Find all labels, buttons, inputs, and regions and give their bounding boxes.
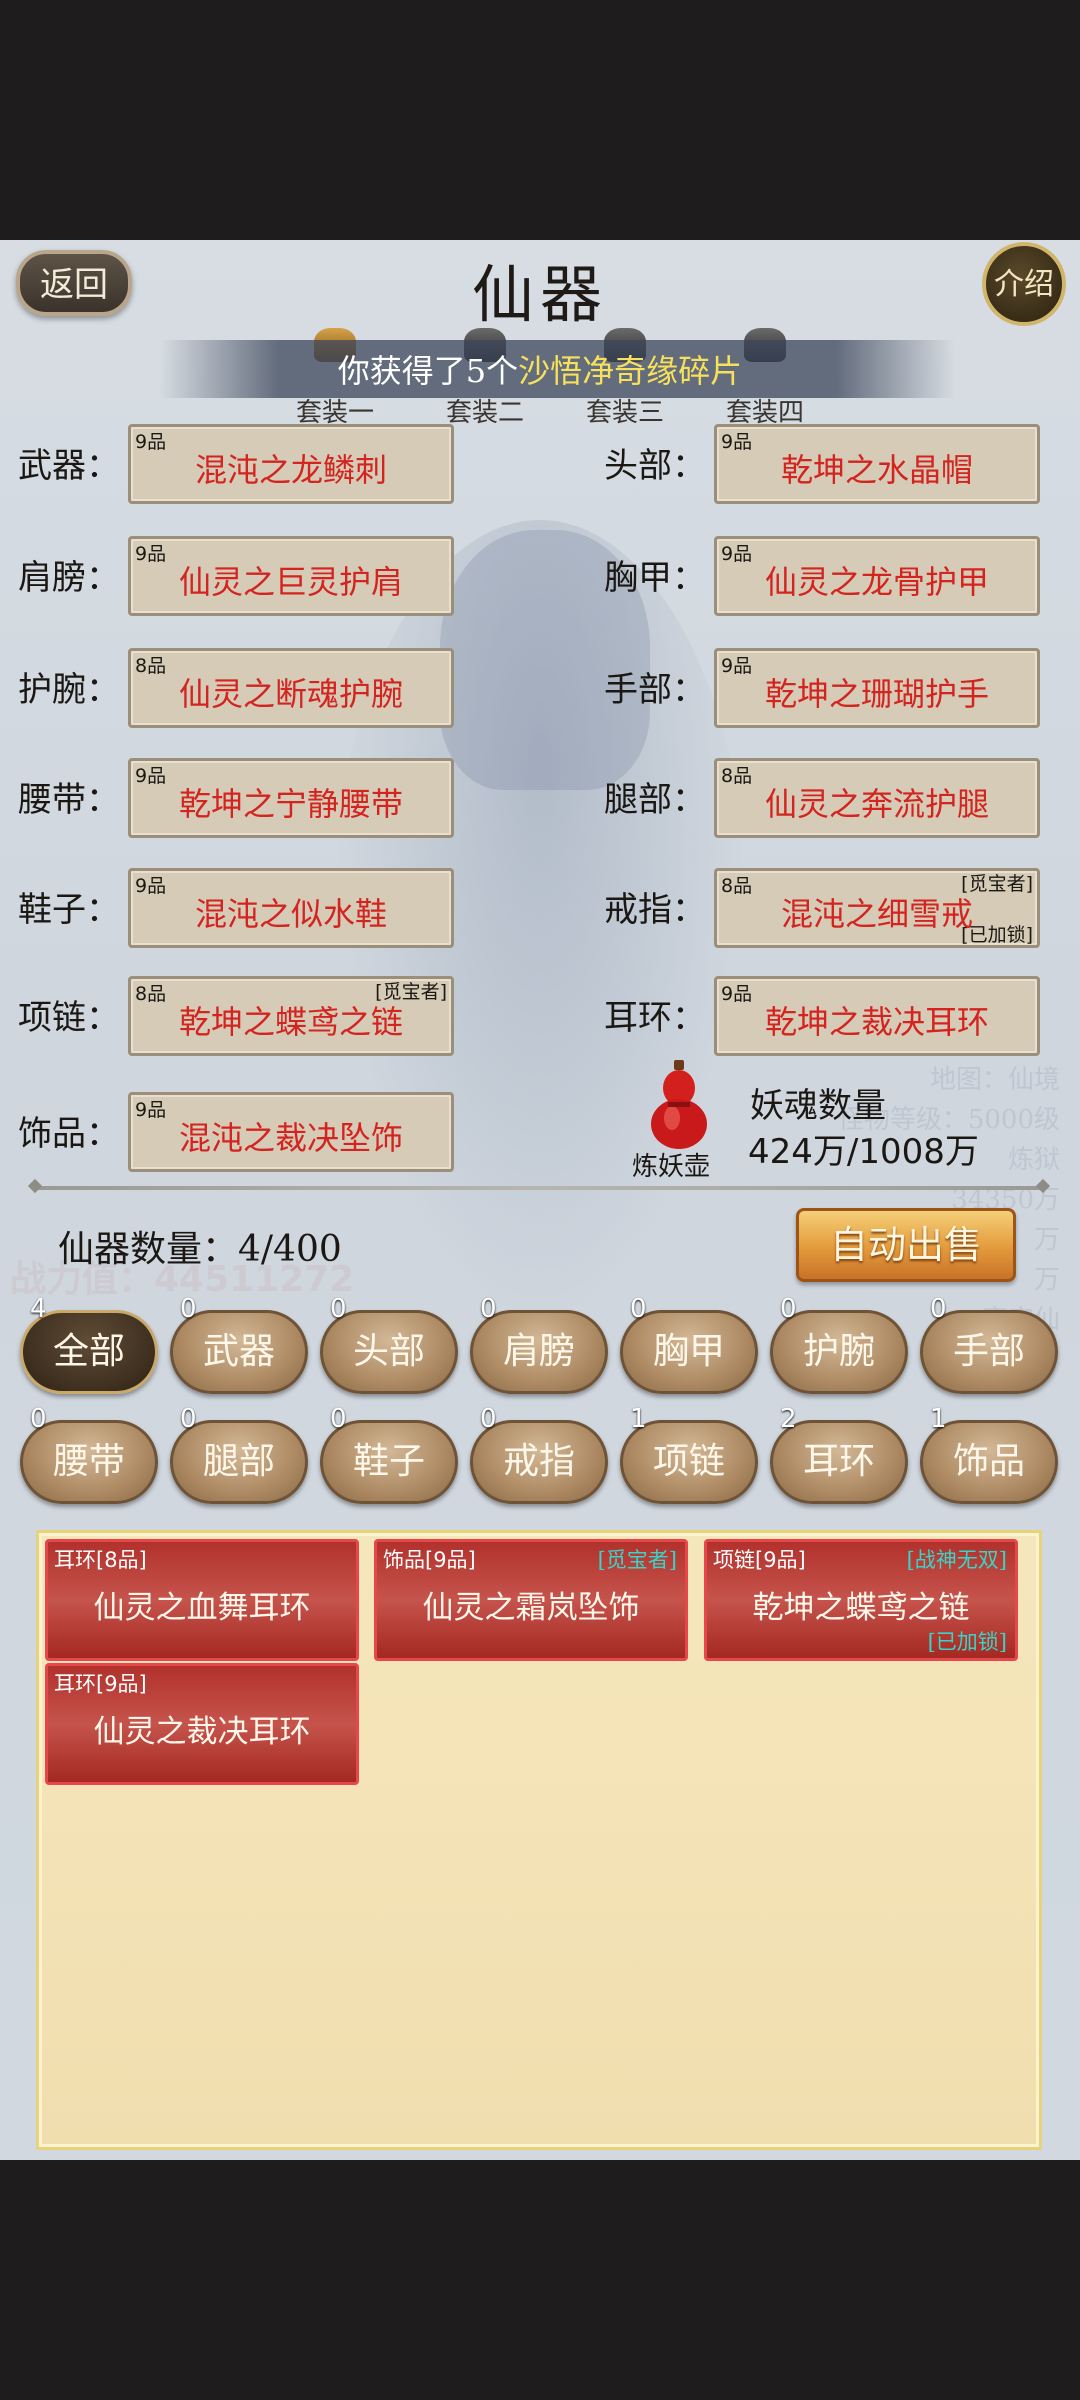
slot-label-earring: 耳环： (604, 998, 706, 1038)
filter-all[interactable]: 4 全部 (20, 1294, 158, 1394)
inventory-item[interactable]: 饰品[9品] [觅宝者] 仙灵之霜岚坠饰 (374, 1539, 688, 1661)
slot-item-name: 仙灵之龙骨护甲 (764, 563, 989, 601)
demon-gourd-icon[interactable] (644, 1060, 714, 1150)
filter-count: 0 (480, 1404, 497, 1434)
slot-wrist[interactable]: 8品 仙灵之断魂护腕 (128, 648, 454, 728)
filter-count: 0 (30, 1404, 47, 1434)
slot-label-ornament: 饰品： (18, 1114, 120, 1154)
filter-count: 4 (30, 1294, 47, 1324)
slot-item-name: 混沌之龙鳞刺 (194, 451, 387, 489)
section-divider (36, 1186, 1042, 1190)
slot-item-name: 混沌之似水鞋 (194, 895, 387, 933)
inventory-item[interactable]: 项链[9品] [战神无双] 乾坤之蝶鸢之链 [已加锁] (704, 1539, 1018, 1661)
item-type: 饰品[9品] (383, 1548, 476, 1572)
soul-count-label: 妖魂数量 (750, 1086, 886, 1126)
filter-ornament[interactable]: 1 饰品 (920, 1404, 1058, 1504)
item-lock-status: [已加锁] (927, 1630, 1007, 1654)
item-name: 仙灵之霜岚坠饰 (422, 1590, 640, 1626)
page-title: 仙器 (471, 258, 608, 331)
filter-necklace[interactable]: 1 项链 (620, 1404, 758, 1504)
slot-item-name: 仙灵之奔流护腿 (764, 785, 989, 823)
slot-label-weapon: 武器： (18, 446, 120, 486)
item-tag: [觅宝者] (597, 1548, 677, 1572)
slot-label-shoe: 鞋子： (18, 890, 120, 930)
slot-necklace[interactable]: 8品 [觅宝者] 乾坤之蝶鸢之链 (128, 976, 454, 1056)
filter-ring[interactable]: 0 戒指 (470, 1404, 608, 1504)
filter-count: 0 (780, 1294, 797, 1324)
filter-count: 0 (480, 1294, 497, 1324)
slot-ornament[interactable]: 9品 混沌之裁决坠饰 (128, 1092, 454, 1172)
filter-count: 0 (630, 1294, 647, 1324)
slot-item-name: 乾坤之水晶帽 (780, 451, 973, 489)
slot-chest[interactable]: 9品 仙灵之龙骨护甲 (714, 536, 1040, 616)
slot-item-name: 乾坤之珊瑚护手 (764, 675, 989, 713)
filter-weapon[interactable]: 0 武器 (170, 1294, 308, 1394)
slot-hand[interactable]: 9品 乾坤之珊瑚护手 (714, 648, 1040, 728)
filter-count: 0 (930, 1294, 947, 1324)
filter-belt[interactable]: 0 腰带 (20, 1404, 158, 1504)
slot-label-necklace: 项链： (18, 998, 120, 1038)
filter-head[interactable]: 0 头部 (320, 1294, 458, 1394)
slot-label-wrist: 护腕： (18, 670, 120, 710)
item-name: 仙灵之裁决耳环 (93, 1714, 311, 1750)
slot-item-name: 乾坤之裁决耳环 (764, 1003, 989, 1041)
item-type: 耳环[8品] (54, 1548, 147, 1572)
filter-count: 0 (180, 1404, 197, 1434)
item-type: 耳环[9品] (54, 1672, 147, 1696)
filter-count: 0 (330, 1294, 347, 1324)
soul-count-value: 424万/1008万 (748, 1132, 979, 1172)
slot-label-belt: 腰带： (18, 780, 120, 820)
slot-item-name: 乾坤之蝶鸢之链 (178, 1003, 403, 1041)
filter-count: 1 (630, 1404, 647, 1434)
filter-leg[interactable]: 0 腿部 (170, 1404, 308, 1504)
slot-belt[interactable]: 9品 乾坤之宁静腰带 (128, 758, 454, 838)
notification-highlight: 沙悟净奇缘碎片 (518, 352, 743, 390)
slot-shoulder[interactable]: 9品 仙灵之巨灵护肩 (128, 536, 454, 616)
slot-ring[interactable]: 8品 [觅宝者] 混沌之细雪戒 [已加锁] (714, 868, 1040, 948)
slot-label-leg: 腿部： (604, 780, 706, 820)
slot-shoe[interactable]: 9品 混沌之似水鞋 (128, 868, 454, 948)
slot-label-ring: 戒指： (604, 890, 706, 930)
slot-label-head: 头部： (604, 446, 706, 486)
slot-label-chest: 胸甲： (604, 558, 706, 598)
slot-lock-status: [已加锁] (961, 924, 1033, 946)
filter-count: 0 (180, 1294, 197, 1324)
item-name: 仙灵之血舞耳环 (93, 1590, 311, 1626)
slot-earring[interactable]: 9品 乾坤之裁决耳环 (714, 976, 1040, 1056)
slot-item-name: 乾坤之宁静腰带 (178, 785, 403, 823)
slot-head[interactable]: 9品 乾坤之水晶帽 (714, 424, 1040, 504)
inventory-item[interactable]: 耳环[8品] 仙灵之血舞耳环 (45, 1539, 359, 1661)
slot-item-name: 仙灵之巨灵护肩 (178, 563, 403, 601)
auto-sell-button[interactable]: 自动出售 (796, 1208, 1016, 1282)
inventory-item[interactable]: 耳环[9品] 仙灵之裁决耳环 (45, 1663, 359, 1785)
item-type: 项链[9品] (713, 1548, 806, 1572)
filter-chest[interactable]: 0 胸甲 (620, 1294, 758, 1394)
gourd-label: 炼妖壶 (632, 1152, 711, 1182)
game-screen: 地图：仙境 怪物等级：5000级 炼狱 34350万 万 万 宇宙仙 战力值：4… (0, 240, 1080, 2160)
item-count-label: 仙器数量：4/400 (58, 1229, 342, 1270)
filter-earring[interactable]: 2 耳环 (770, 1404, 908, 1504)
slot-leg[interactable]: 8品 仙灵之奔流护腿 (714, 758, 1040, 838)
filter-wrist[interactable]: 0 护腕 (770, 1294, 908, 1394)
slot-item-name: 混沌之裁决坠饰 (178, 1119, 403, 1157)
slot-label-shoulder: 肩膀： (18, 558, 120, 598)
slot-weapon[interactable]: 9品 混沌之龙鳞刺 (128, 424, 454, 504)
notification-text: 你获得了5个沙悟净奇缘碎片 (0, 346, 1080, 392)
filter-hand[interactable]: 0 手部 (920, 1294, 1058, 1394)
filter-count: 1 (930, 1404, 947, 1434)
filter-count: 0 (330, 1404, 347, 1434)
item-tag: [战神无双] (906, 1548, 1007, 1572)
item-name: 乾坤之蝶鸢之链 (752, 1590, 970, 1626)
notification-prefix: 你获得了5个 (337, 352, 519, 390)
slot-label-hand: 手部： (604, 670, 706, 710)
inventory-panel: 耳环[8品] 仙灵之血舞耳环 饰品[9品] [觅宝者] 仙灵之霜岚坠饰 项链[9… (36, 1530, 1042, 2150)
slot-item-name: 仙灵之断魂护腕 (178, 675, 403, 713)
filter-shoulder[interactable]: 0 肩膀 (470, 1294, 608, 1394)
filter-shoe[interactable]: 0 鞋子 (320, 1404, 458, 1504)
intro-button[interactable]: 介绍 (982, 242, 1066, 326)
filter-count: 2 (780, 1404, 797, 1434)
